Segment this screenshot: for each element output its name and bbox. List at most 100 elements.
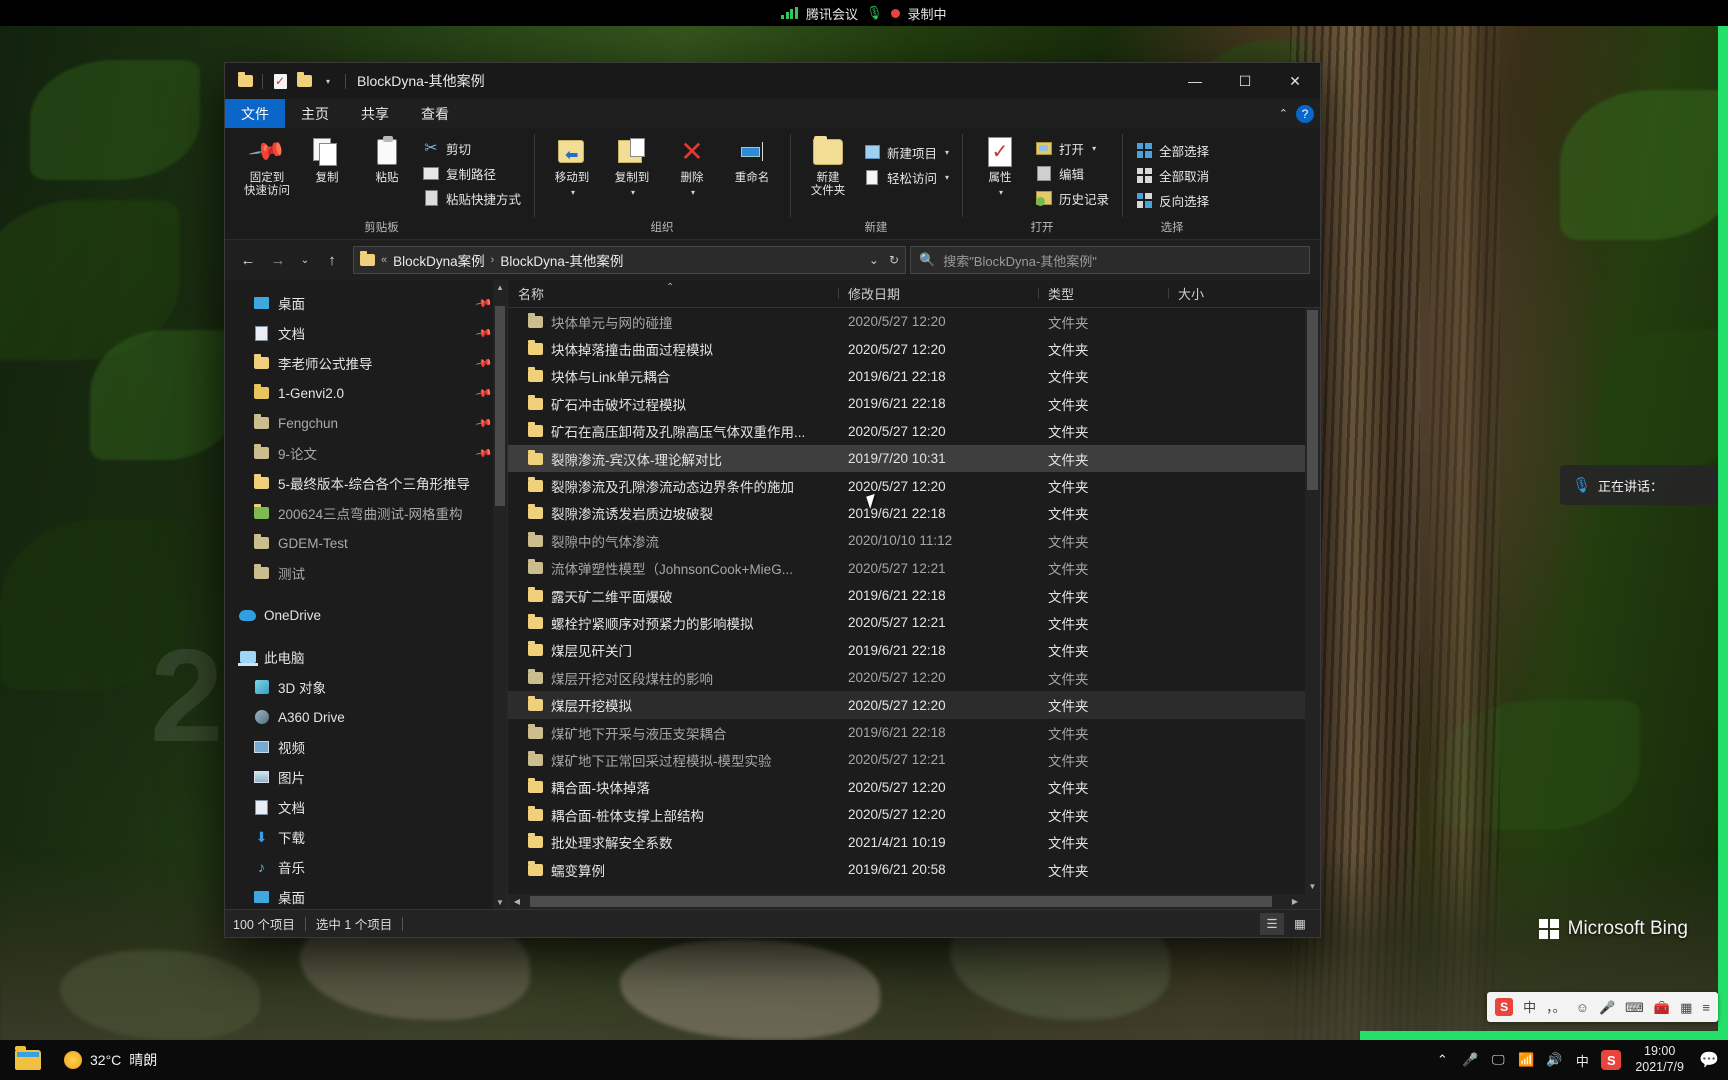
pin-to-quick-access-button[interactable]: 📌 固定到 快速访问 — [238, 132, 296, 201]
copy-to-button[interactable]: 复制到 ▾ — [603, 132, 661, 200]
toolbox-icon[interactable]: 🧰 — [1654, 1001, 1670, 1014]
table-row[interactable]: 露天矿二维平面爆破 2019/6/21 22:18 文件夹 — [508, 582, 1320, 609]
table-row[interactable]: 煤层开挖模拟 2020/5/27 12:20 文件夹 — [508, 691, 1320, 719]
sidebar-item-videos[interactable]: 视频 — [225, 732, 507, 762]
sidebar-item-a360-drive[interactable]: A360 Drive — [225, 702, 507, 732]
scroll-down-icon[interactable]: ▼ — [493, 895, 507, 909]
paste-button[interactable]: 粘贴 — [358, 132, 416, 188]
chevron-down-icon[interactable]: ▾ — [318, 71, 338, 91]
navpane-scrollbar[interactable]: ▲ ▼ — [493, 280, 507, 909]
sidebar-item-papers[interactable]: 9-论文 📌 — [225, 438, 507, 468]
table-row[interactable]: 裂隙渗流诱发岩质边坡破裂 2019/6/21 22:18 文件夹 — [508, 500, 1320, 527]
table-row[interactable]: 矿石冲击破坏过程模拟 2019/6/21 22:18 文件夹 — [508, 390, 1320, 417]
column-header-date[interactable]: 修改日期 — [838, 284, 1038, 303]
scrollbar-thumb[interactable] — [1307, 310, 1318, 490]
history-button[interactable]: 历史记录 — [1031, 186, 1113, 210]
chevron-down-icon[interactable]: ▾ — [999, 188, 1003, 197]
microphone-icon[interactable]: 🎤 — [1461, 1052, 1479, 1068]
sidebar-item-test[interactable]: 测试 — [225, 558, 507, 588]
window-titlebar[interactable]: ▾ BlockDyna-其他案例 — ☐ ✕ — [225, 63, 1320, 99]
sogou-taskbar-icon[interactable]: S — [1601, 1050, 1622, 1070]
chevron-down-icon[interactable]: ▾ — [1092, 144, 1096, 153]
collapse-ribbon-icon[interactable]: ⌃ — [1279, 107, 1288, 120]
new-item-button[interactable]: 新建项目 ▾ — [859, 140, 953, 164]
edit-button[interactable]: 编辑 — [1031, 161, 1113, 185]
table-row[interactable]: 裂隙渗流-宾汉体-理论解对比 2019/7/20 10:31 文件夹 — [508, 444, 1320, 473]
sidebar-item-documents[interactable]: 文档 📌 — [225, 318, 507, 348]
file-list-hscrollbar[interactable]: ◀ ▶ — [508, 894, 1320, 909]
menu-icon[interactable]: ≡ — [1702, 1001, 1710, 1014]
folder-icon[interactable] — [235, 71, 255, 91]
table-row[interactable]: 耦合面-块体掉落 2020/5/27 12:20 文件夹 — [508, 774, 1320, 801]
table-row[interactable]: 耦合面-桩体支撑上部结构 2020/5/27 12:20 文件夹 — [508, 801, 1320, 828]
chevron-up-icon[interactable]: ⌃ — [1433, 1052, 1451, 1068]
up-button[interactable]: ↑ — [319, 247, 345, 273]
table-row[interactable]: 块体掉落撞击曲面过程模拟 2020/5/27 12:20 文件夹 — [508, 335, 1320, 362]
file-list-scrollbar[interactable]: ▲ ▼ — [1305, 308, 1320, 894]
sidebar-item-gdem-test[interactable]: GDEM-Test — [225, 528, 507, 558]
tab-file[interactable]: 文件 — [225, 99, 285, 128]
details-view-button[interactable]: ☰ — [1260, 912, 1284, 935]
taskbar-apps[interactable] — [0, 1040, 50, 1080]
sidebar-item-this-pc[interactable]: 此电脑 — [225, 642, 507, 672]
microphone-icon[interactable]: 🎤 — [1599, 1001, 1615, 1014]
sidebar-item-downloads[interactable]: ⬇ 下载 — [225, 822, 507, 852]
table-row[interactable]: 块体单元与网的碰撞 2020/5/27 12:20 文件夹 — [508, 308, 1320, 335]
ribbon-tabs[interactable]: 文件 主页 共享 查看 ⌃ ? — [225, 99, 1320, 128]
volume-icon[interactable]: 🔊 — [1545, 1052, 1563, 1068]
scroll-right-icon[interactable]: ▶ — [1286, 897, 1304, 906]
tab-home[interactable]: 主页 — [285, 99, 345, 128]
search-box[interactable]: 🔍 搜索"BlockDyna-其他案例" — [910, 246, 1310, 274]
table-row[interactable]: 煤层开挖对区段煤柱的影响 2020/5/27 12:20 文件夹 — [508, 664, 1320, 691]
sidebar-item-music[interactable]: ♪ 音乐 — [225, 852, 507, 882]
open-button[interactable]: 打开 ▾ — [1031, 136, 1113, 160]
sidebar-item-desktop[interactable]: 桌面 📌 — [225, 288, 507, 318]
scroll-up-icon[interactable]: ▲ — [493, 280, 507, 294]
sidebar-item-bending-test[interactable]: 200624三点弯曲测试-网格重构 — [225, 498, 507, 528]
table-row[interactable]: 蠕变算例 2019/6/21 20:58 文件夹 — [508, 856, 1320, 883]
ime-punctuation-toggle[interactable]: ，。 — [1546, 1001, 1566, 1014]
sidebar-item-fengchun[interactable]: Fengchun 📌 — [225, 408, 507, 438]
taskbar-weather-widget[interactable]: 32°C 晴朗 — [64, 1050, 157, 1070]
ime-language-indicator[interactable]: 中 — [1573, 1051, 1591, 1070]
table-row[interactable]: 矿石在高压卸荷及孔隙高压气体双重作用... 2020/5/27 12:20 文件夹 — [508, 418, 1320, 445]
copy-button[interactable]: 复制 — [298, 132, 356, 188]
rename-button[interactable]: 重命名 — [723, 132, 781, 188]
table-row[interactable]: 批处理求解安全系数 2021/4/21 10:19 文件夹 — [508, 828, 1320, 855]
breadcrumb-item-2[interactable]: BlockDyna-其他案例 — [500, 250, 623, 270]
cut-button[interactable]: ✂ 剪切 — [418, 136, 525, 160]
table-row[interactable]: 煤层见矸关门 2019/6/21 22:18 文件夹 — [508, 637, 1320, 664]
minimize-button[interactable]: — — [1170, 63, 1220, 99]
grid-icon[interactable]: ▦ — [1680, 1001, 1692, 1014]
help-icon[interactable]: ? — [1296, 104, 1314, 123]
sogou-logo-icon[interactable]: S — [1495, 998, 1514, 1016]
sidebar-item-documents-pc[interactable]: 文档 — [225, 792, 507, 822]
breadcrumb-item-1[interactable]: BlockDyna案例 — [393, 250, 485, 270]
table-row[interactable]: 流体弹塑性模型（JohnsonCook+MieG... 2020/5/27 12:… — [508, 555, 1320, 582]
notification-center-icon[interactable]: 💬 — [1698, 1049, 1720, 1071]
tab-view[interactable]: 查看 — [405, 99, 465, 128]
table-row[interactable]: 裂隙中的气体渗流 2020/10/10 11:12 文件夹 — [508, 527, 1320, 554]
tiles-view-button[interactable]: ▦ — [1288, 913, 1312, 935]
table-row[interactable]: 煤矿地下正常回采过程模拟-模型实验 2020/5/27 12:21 文件夹 — [508, 746, 1320, 773]
easy-access-button[interactable]: 轻松访问 ▾ — [859, 165, 953, 189]
path-overflow-icon[interactable]: « — [381, 254, 387, 266]
emoji-icon[interactable]: ☺ — [1576, 1001, 1589, 1014]
recent-locations-button[interactable]: ⌄ — [295, 247, 315, 273]
select-all-button[interactable]: 全部选择 — [1131, 138, 1213, 162]
back-button[interactable]: ← — [235, 247, 261, 273]
network-icon[interactable]: 📶 — [1517, 1052, 1535, 1068]
chevron-down-icon[interactable]: ⌄ — [869, 253, 879, 267]
table-row[interactable]: 块体与Link单元耦合 2019/6/21 22:18 文件夹 — [508, 363, 1320, 390]
column-header-size[interactable]: 大小 — [1168, 284, 1278, 303]
forward-button[interactable]: → — [265, 247, 291, 273]
hscrollbar-thumb[interactable] — [530, 896, 1272, 907]
table-row[interactable]: 裂隙渗流及孔隙渗流动态边界条件的施加 2020/5/27 12:20 文件夹 — [508, 472, 1320, 499]
ime-toolbar[interactable]: S 中 ，。 ☺ 🎤 ⌨ 🧰 ▦ ≡ — [1487, 992, 1718, 1022]
sidebar-item-final-version[interactable]: 5-最终版本-综合各个三角形推导 — [225, 468, 507, 498]
scroll-left-icon[interactable]: ◀ — [508, 897, 526, 906]
chevron-down-icon[interactable]: ▾ — [691, 188, 695, 197]
scrollbar-thumb[interactable] — [495, 306, 505, 506]
column-header-type[interactable]: 类型 — [1038, 284, 1168, 303]
ime-language-toggle[interactable]: 中 — [1523, 1001, 1536, 1014]
